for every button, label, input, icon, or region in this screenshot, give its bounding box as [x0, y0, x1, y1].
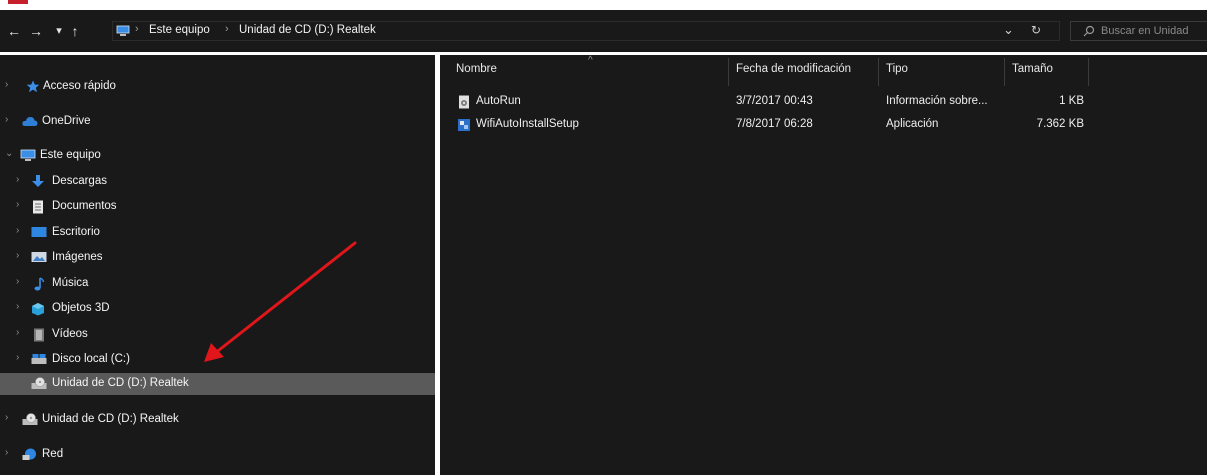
file-type: Información sobre... — [886, 95, 988, 107]
sort-ascending-icon: ^ — [588, 55, 593, 66]
chevron-right-icon[interactable]: › — [5, 412, 8, 423]
address-path-box[interactable]: › Este equipo › Unidad de CD (D:) Realte… — [112, 21, 1060, 41]
column-header-size[interactable]: Tamaño — [1012, 63, 1053, 75]
star-icon — [26, 80, 40, 93]
breadcrumb-separator: › — [135, 23, 139, 35]
file-size: 7.362 KB — [1036, 118, 1084, 130]
chevron-right-icon[interactable]: › — [16, 276, 19, 287]
application-icon — [457, 118, 471, 135]
document-icon — [32, 200, 46, 214]
refresh-icon[interactable]: ↻ — [1031, 23, 1041, 37]
column-header-type[interactable]: Tipo — [886, 63, 908, 75]
nav-item-objetos-3d[interactable]: › Objetos 3D — [0, 298, 435, 320]
file-date: 3/7/2017 00:43 — [736, 95, 813, 107]
forward-button[interactable]: → — [28, 20, 44, 42]
chevron-right-icon[interactable]: › — [16, 250, 19, 261]
file-row-wifiautoinstallsetup[interactable]: WifiAutoInstallSetup 7/8/2017 06:28 Apli… — [440, 116, 1207, 134]
column-header-name[interactable]: Nombre — [456, 63, 497, 75]
nav-item-onedrive[interactable]: › OneDrive — [0, 111, 435, 133]
cd-drive-icon — [22, 413, 38, 426]
chevron-right-icon[interactable]: › — [5, 114, 8, 125]
breadcrumb-cd-drive[interactable]: Unidad de CD (D:) Realtek — [239, 24, 376, 36]
chevron-right-icon[interactable]: › — [16, 225, 19, 236]
download-icon — [31, 175, 45, 188]
breadcrumb-este-equipo[interactable]: Este equipo — [149, 24, 210, 36]
search-box[interactable]: Buscar en Unidad — [1070, 21, 1207, 41]
settings-file-icon — [458, 95, 470, 112]
recent-locations-button[interactable]: ▾ — [52, 20, 66, 42]
chevron-right-icon[interactable]: › — [5, 79, 8, 90]
nav-item-acceso-rapido[interactable]: › Acceso rápido — [0, 76, 435, 98]
file-name: WifiAutoInstallSetup — [476, 118, 579, 130]
nav-item-label: Vídeos — [52, 328, 88, 340]
chevron-right-icon[interactable]: › — [16, 199, 19, 210]
computer-icon — [20, 149, 36, 162]
nav-item-label: Red — [42, 448, 64, 460]
column-divider[interactable] — [878, 58, 879, 86]
column-header-date[interactable]: Fecha de modificación — [736, 63, 851, 75]
nav-item-este-equipo[interactable]: ⌄ Este equipo — [0, 145, 435, 167]
computer-icon — [116, 25, 130, 40]
nav-item-documentos[interactable]: › Documentos — [0, 196, 435, 218]
window-accent — [8, 0, 28, 4]
search-input[interactable]: Buscar en Unidad — [1101, 25, 1188, 37]
file-explorer-window: ← → ▾ ↑ › Este equipo › Unidad de CD (D:… — [0, 0, 1207, 475]
nav-item-label: Descargas — [52, 175, 107, 187]
nav-item-cd-drive[interactable]: › Unidad de CD (D:) Realtek — [0, 409, 435, 431]
music-icon — [33, 277, 47, 291]
nav-item-cd-drive-selected[interactable]: Unidad de CD (D:) Realtek — [0, 373, 435, 395]
nav-item-label: Disco local (C:) — [52, 353, 130, 365]
network-icon — [22, 448, 36, 461]
nav-item-label: Objetos 3D — [52, 302, 110, 314]
nav-item-label: Este equipo — [40, 149, 101, 161]
file-size: 1 KB — [1059, 95, 1084, 107]
local-disk-icon — [31, 353, 47, 366]
nav-item-label: Música — [52, 277, 89, 289]
file-type: Aplicación — [886, 118, 939, 130]
nav-item-musica[interactable]: › Música — [0, 273, 435, 295]
navigation-pane: › Acceso rápido › OneDrive ⌄ Este equipo… — [0, 55, 435, 475]
search-icon — [1083, 25, 1095, 40]
chevron-down-icon[interactable]: ⌄ — [1003, 22, 1014, 38]
cloud-icon — [22, 115, 38, 128]
file-date: 7/8/2017 06:28 — [736, 118, 813, 130]
nav-item-label: Escritorio — [52, 226, 100, 238]
nav-item-label: Imágenes — [52, 251, 103, 263]
pictures-icon — [31, 251, 47, 264]
objects-3d-icon — [31, 302, 45, 316]
nav-item-label: Documentos — [52, 200, 117, 212]
chevron-down-icon[interactable]: ⌄ — [5, 148, 13, 159]
nav-item-label: Unidad de CD (D:) Realtek — [42, 413, 179, 425]
nav-item-descargas[interactable]: › Descargas — [0, 171, 435, 193]
file-row-autorun[interactable]: AutoRun 3/7/2017 00:43 Información sobre… — [440, 93, 1207, 111]
nav-item-videos[interactable]: › Vídeos — [0, 324, 435, 346]
file-list-pane: ^ Nombre Fecha de modificación Tipo Tama… — [440, 55, 1207, 475]
chevron-right-icon[interactable]: › — [16, 327, 19, 338]
chevron-right-icon[interactable]: › — [16, 174, 19, 185]
desktop-icon — [31, 226, 47, 239]
nav-item-imagenes[interactable]: › Imágenes — [0, 247, 435, 269]
nav-item-red[interactable]: › Red — [0, 444, 435, 466]
chevron-right-icon[interactable]: › — [5, 447, 8, 458]
address-bar-row: ← → ▾ ↑ › Este equipo › Unidad de CD (D:… — [0, 10, 1207, 52]
nav-item-escritorio[interactable]: › Escritorio — [0, 222, 435, 244]
nav-item-label: Unidad de CD (D:) Realtek — [52, 377, 189, 389]
cd-drive-icon — [31, 377, 47, 390]
chevron-right-icon[interactable]: › — [16, 352, 19, 363]
breadcrumb-separator: › — [225, 23, 229, 35]
back-button[interactable]: ← — [6, 20, 22, 42]
column-divider[interactable] — [1088, 58, 1089, 86]
videos-icon — [33, 328, 47, 342]
nav-item-disco-local[interactable]: › Disco local (C:) — [0, 349, 435, 371]
file-name: AutoRun — [476, 95, 521, 107]
column-divider[interactable] — [728, 58, 729, 86]
up-button[interactable]: ↑ — [68, 20, 82, 42]
nav-item-label: Acceso rápido — [43, 80, 116, 92]
chevron-right-icon[interactable]: › — [16, 301, 19, 312]
nav-item-label: OneDrive — [42, 115, 91, 127]
column-divider[interactable] — [1004, 58, 1005, 86]
